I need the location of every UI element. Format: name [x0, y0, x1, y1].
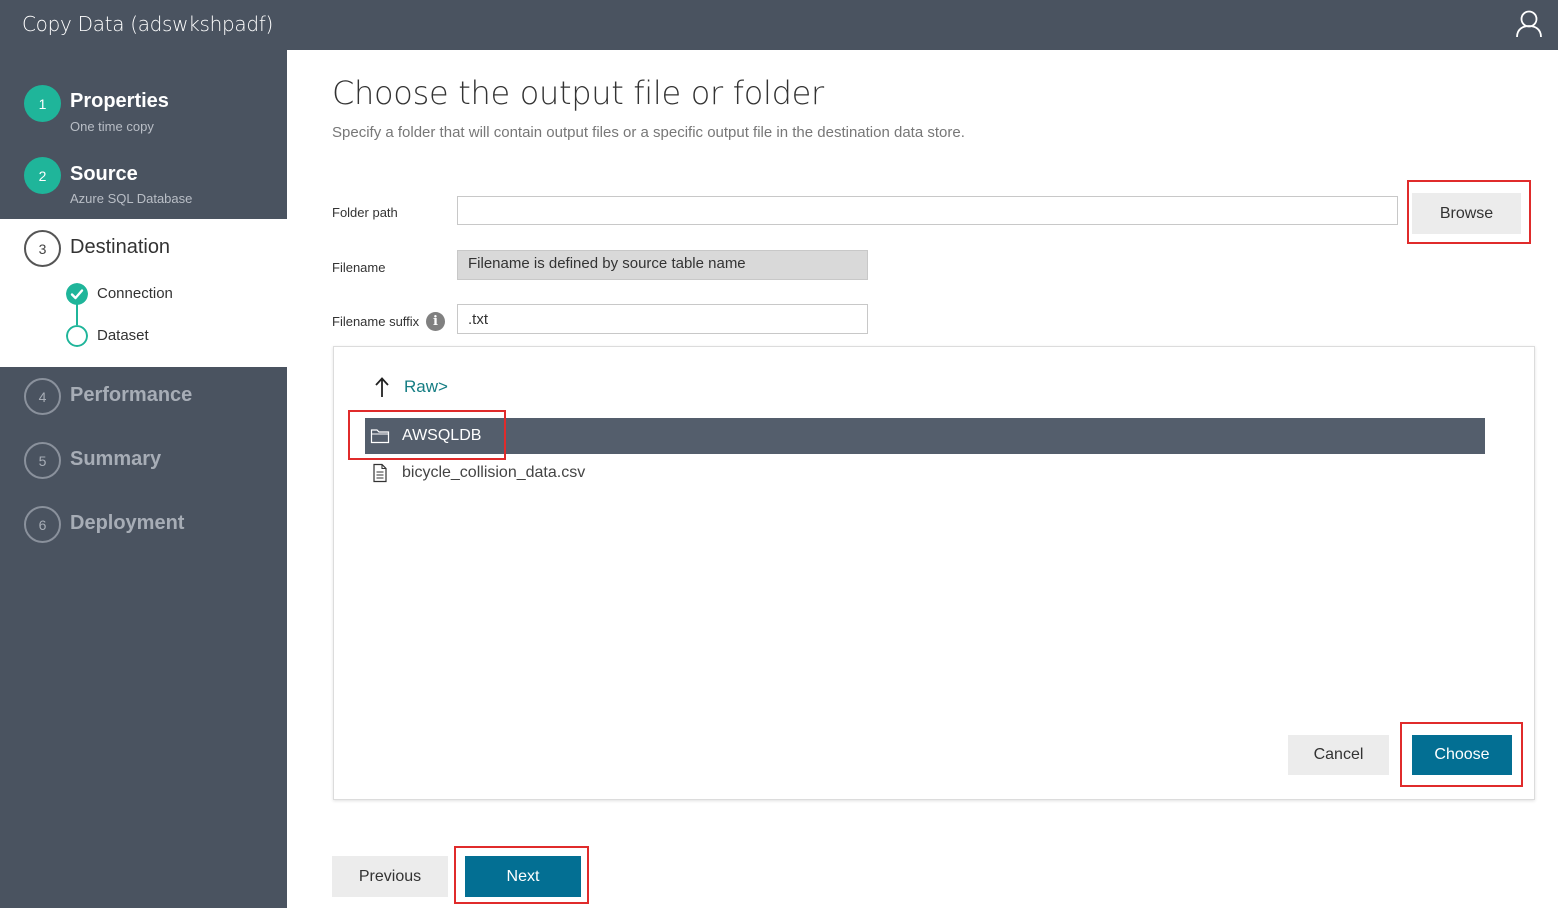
folder-icon — [370, 429, 390, 444]
filename-suffix-input[interactable]: .txt — [457, 304, 868, 334]
choose-button[interactable]: Choose — [1412, 735, 1512, 775]
filename-field: Filename is defined by source table name — [457, 250, 868, 280]
sidebar-bottom-strip — [0, 908, 287, 922]
list-item-label: AWSQLDB — [402, 427, 482, 444]
list-item-file[interactable]: bicycle_collision_data.csv — [365, 455, 1485, 491]
cancel-button[interactable]: Cancel — [1288, 735, 1389, 775]
step-number: 3 — [24, 230, 61, 267]
step-subtitle: Azure SQL Database — [70, 191, 193, 206]
list-item-folder[interactable]: AWSQLDB — [365, 418, 1485, 454]
step-number: 2 — [24, 157, 61, 194]
step-name: Summary — [70, 448, 162, 470]
step-subtitle: One time copy — [70, 119, 154, 134]
substep-label: Connection — [97, 285, 173, 302]
step-name: Properties — [70, 90, 169, 112]
file-browser-panel: Raw> AWSQLDB bicycle_collision_data.csv … — [333, 346, 1535, 800]
check-icon — [66, 283, 88, 305]
step-name: Performance — [70, 384, 193, 406]
filename-suffix-label: Filename suffix — [332, 314, 420, 329]
previous-button[interactable]: Previous — [332, 856, 448, 897]
breadcrumb[interactable]: Raw> — [374, 375, 448, 399]
title-bar: Copy Data (adswkshpadf) — [0, 0, 1558, 50]
step-number: 5 — [24, 442, 61, 479]
folder-path-label: Folder path — [332, 205, 398, 220]
breadcrumb-link[interactable]: Raw> — [404, 377, 448, 397]
step-number: 1 — [24, 85, 61, 122]
current-substep-icon — [66, 325, 88, 347]
substep-dataset[interactable]: Dataset — [66, 325, 266, 347]
folder-path-input[interactable] — [457, 196, 1398, 225]
step-name: Destination — [70, 236, 171, 258]
browse-button[interactable]: Browse — [1412, 193, 1521, 234]
step-number: 6 — [24, 506, 61, 543]
substep-connector — [76, 304, 78, 325]
step-destination[interactable]: 3 Destination Connection Dataset — [0, 219, 287, 367]
wizard-sidebar: 1 Properties One time copy 2 Source Azur… — [0, 50, 287, 908]
page-subtitle: Specify a folder that will contain outpu… — [332, 124, 965, 141]
list-item-label: bicycle_collision_data.csv — [402, 464, 586, 481]
main-content: Choose the output file or folder Specify… — [287, 50, 1558, 922]
step-name: Deployment — [70, 512, 185, 534]
filename-label: Filename — [332, 260, 386, 275]
page-title: Choose the output file or folder — [332, 74, 824, 112]
step-number: 4 — [24, 378, 61, 415]
substep-label: Dataset — [97, 327, 149, 344]
info-icon[interactable]: i — [426, 312, 445, 331]
app-title: Copy Data (adswkshpadf) — [22, 12, 274, 36]
file-icon — [373, 463, 387, 483]
next-button[interactable]: Next — [465, 856, 581, 897]
user-icon[interactable] — [1514, 9, 1544, 39]
step-name: Source — [70, 163, 138, 185]
substep-connection[interactable]: Connection — [66, 283, 266, 305]
up-arrow-icon[interactable] — [374, 376, 390, 398]
